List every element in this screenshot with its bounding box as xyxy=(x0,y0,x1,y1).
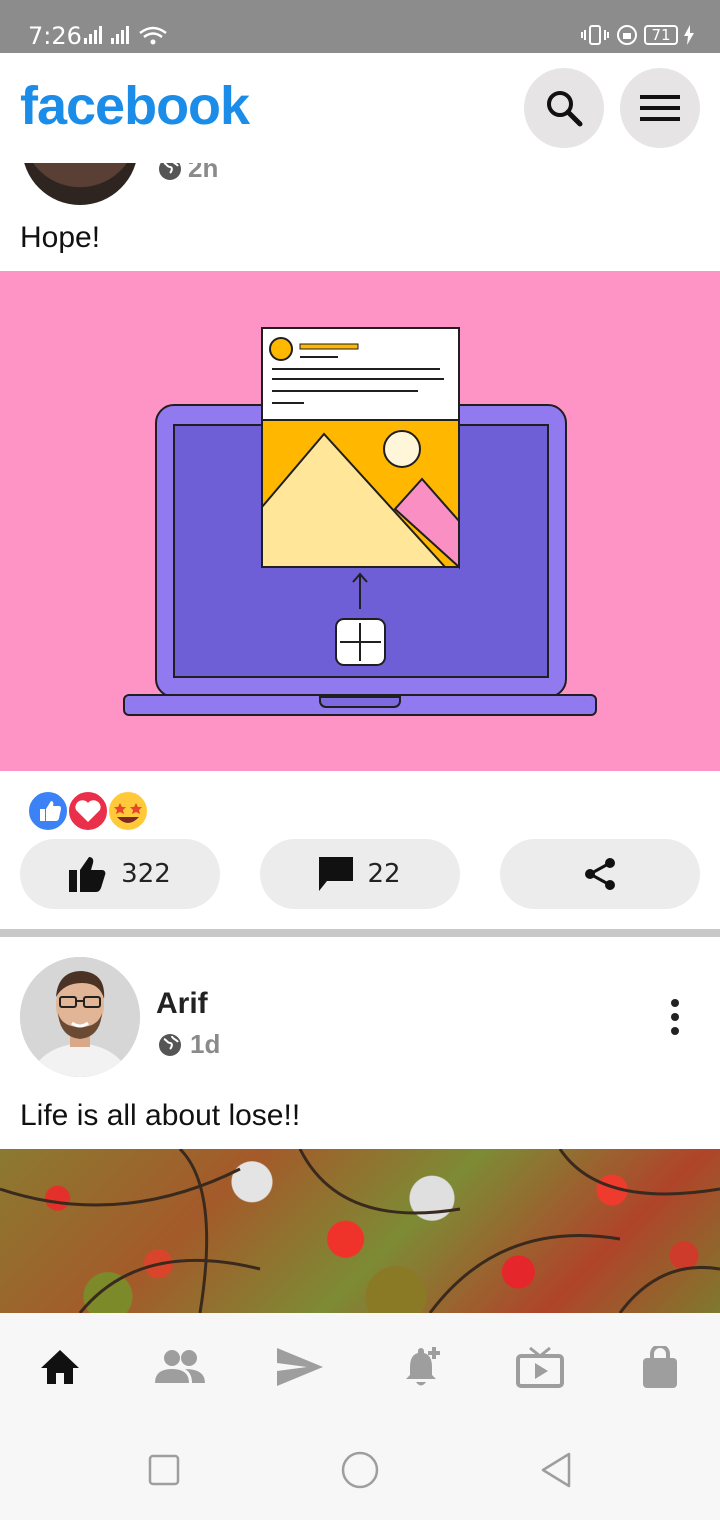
friends-icon xyxy=(155,1350,205,1383)
globe-icon xyxy=(159,1033,181,1056)
back-triangle-icon xyxy=(541,1452,571,1488)
vibrate-icon xyxy=(581,25,609,45)
status-bar: 7:26 71 xyxy=(0,0,720,53)
post-time: 1d xyxy=(190,1029,221,1059)
bell-plus-icon xyxy=(406,1347,440,1386)
comment-button[interactable]: 22 xyxy=(260,839,460,909)
share-icon xyxy=(585,858,615,890)
signal-wifi-icons xyxy=(84,26,167,45)
post-text: Hope! xyxy=(20,221,101,254)
search-icon xyxy=(547,91,583,127)
tree-branches xyxy=(0,1149,720,1313)
app-header: facebook xyxy=(0,53,720,163)
bottom-navigation xyxy=(0,1313,720,1420)
post-image-laptop-illustration[interactable] xyxy=(0,271,720,771)
home-icon xyxy=(41,1350,79,1384)
nav-home[interactable] xyxy=(30,1341,90,1393)
shopping-bag-icon xyxy=(643,1346,677,1388)
nav-messages[interactable] xyxy=(270,1341,330,1393)
back-button[interactable] xyxy=(536,1450,576,1490)
tv-icon xyxy=(516,1346,564,1388)
more-options-button[interactable] xyxy=(660,997,690,1037)
laptop-illustration xyxy=(123,327,597,716)
dot xyxy=(671,1027,679,1035)
comment-count: 22 xyxy=(367,859,401,889)
nav-watch[interactable] xyxy=(510,1341,570,1393)
dot xyxy=(671,1013,679,1021)
news-feed[interactable]: 2h Hope! 322 22 Arif 1d Life is all abou… xyxy=(0,53,720,1313)
dot xyxy=(671,999,679,1007)
nav-notifications[interactable] xyxy=(392,1341,452,1393)
comment-icon xyxy=(319,857,354,891)
post-text: Life is all about lose!! xyxy=(20,1099,301,1132)
like-button[interactable]: 322 xyxy=(20,839,220,909)
system-navigation-bar xyxy=(0,1420,720,1520)
thumbs-up-icon xyxy=(69,857,106,892)
post-meta: 1d xyxy=(158,1029,220,1060)
menu-icon xyxy=(640,95,680,121)
like-reaction-icon xyxy=(27,790,69,832)
post-image-autumn-trees[interactable] xyxy=(0,1149,720,1313)
post-author-avatar[interactable] xyxy=(20,957,140,1077)
status-time: 7:26 xyxy=(28,22,82,50)
post-author-name[interactable]: Arif xyxy=(156,987,208,1021)
square-icon xyxy=(148,1454,180,1486)
menu-button[interactable] xyxy=(620,68,700,148)
charging-icon xyxy=(684,25,694,45)
home-system-button[interactable] xyxy=(340,1450,380,1490)
like-count: 322 xyxy=(121,859,171,889)
nav-friends[interactable] xyxy=(150,1341,210,1393)
circle-icon xyxy=(341,1451,379,1489)
rotation-lock-icon xyxy=(617,25,637,45)
recents-button[interactable] xyxy=(144,1450,184,1490)
reaction-summary[interactable] xyxy=(26,789,156,833)
post-divider xyxy=(0,929,720,937)
nav-marketplace[interactable] xyxy=(630,1341,690,1393)
battery-level: 71 xyxy=(644,25,678,45)
send-icon xyxy=(277,1348,323,1386)
share-button[interactable] xyxy=(500,839,700,909)
star-struck-reaction-icon xyxy=(107,790,149,832)
search-button[interactable] xyxy=(524,68,604,148)
love-reaction-icon xyxy=(67,790,109,832)
facebook-logo[interactable]: facebook xyxy=(20,75,250,137)
status-right-icons: 71 xyxy=(580,24,694,46)
